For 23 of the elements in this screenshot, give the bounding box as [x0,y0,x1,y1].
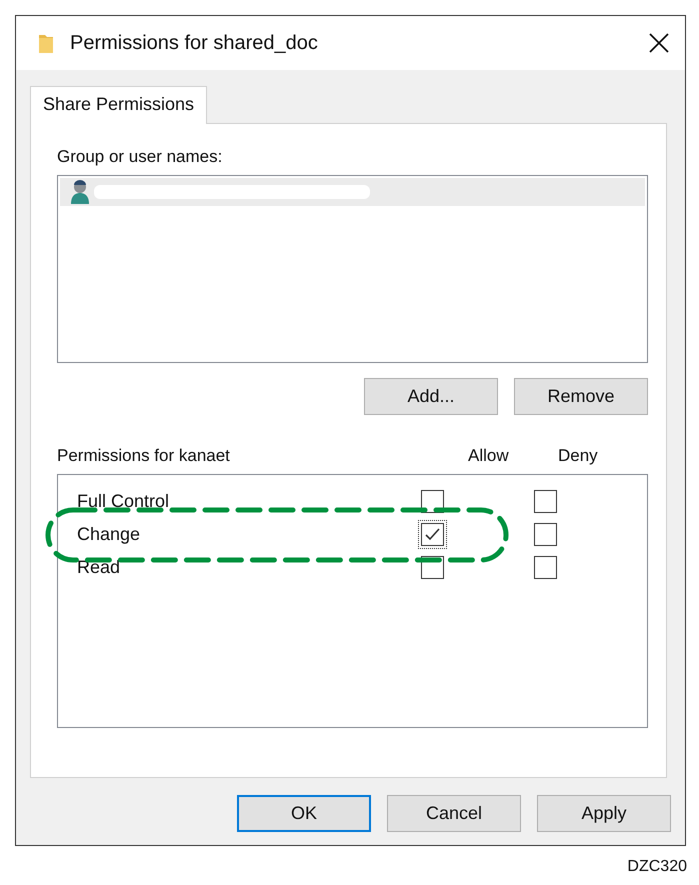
folder-icon [38,32,54,54]
checkbox[interactable] [421,523,444,546]
column-header: Deny [558,444,599,466]
checkbox[interactable] [534,490,557,513]
dialog-button[interactable]: Cancel [387,795,521,832]
column-header: Allow [468,444,510,466]
tab[interactable]: Share Permissions [30,86,208,124]
figure-code: DZC320 [627,857,687,877]
checkbox[interactable] [534,523,557,546]
list-label: Group or user names: [57,146,224,168]
close-button[interactable] [647,31,671,55]
permissions-label: Permissions for kanaet [57,444,231,466]
checkbox[interactable] [534,556,557,579]
window-title: Permissions for shared_doc [70,31,319,56]
permission-name: Change [77,523,142,546]
permission-name: Read [77,556,122,579]
permission-name: Full Control [77,490,170,513]
checkmark-icon [424,527,441,542]
dialog-button[interactable]: Apply [537,795,671,832]
user-icon [70,180,90,204]
dialog-button[interactable]: Remove [514,378,648,414]
dialog-button[interactable]: Add... [364,378,498,414]
dialog-button[interactable]: OK [237,795,371,832]
